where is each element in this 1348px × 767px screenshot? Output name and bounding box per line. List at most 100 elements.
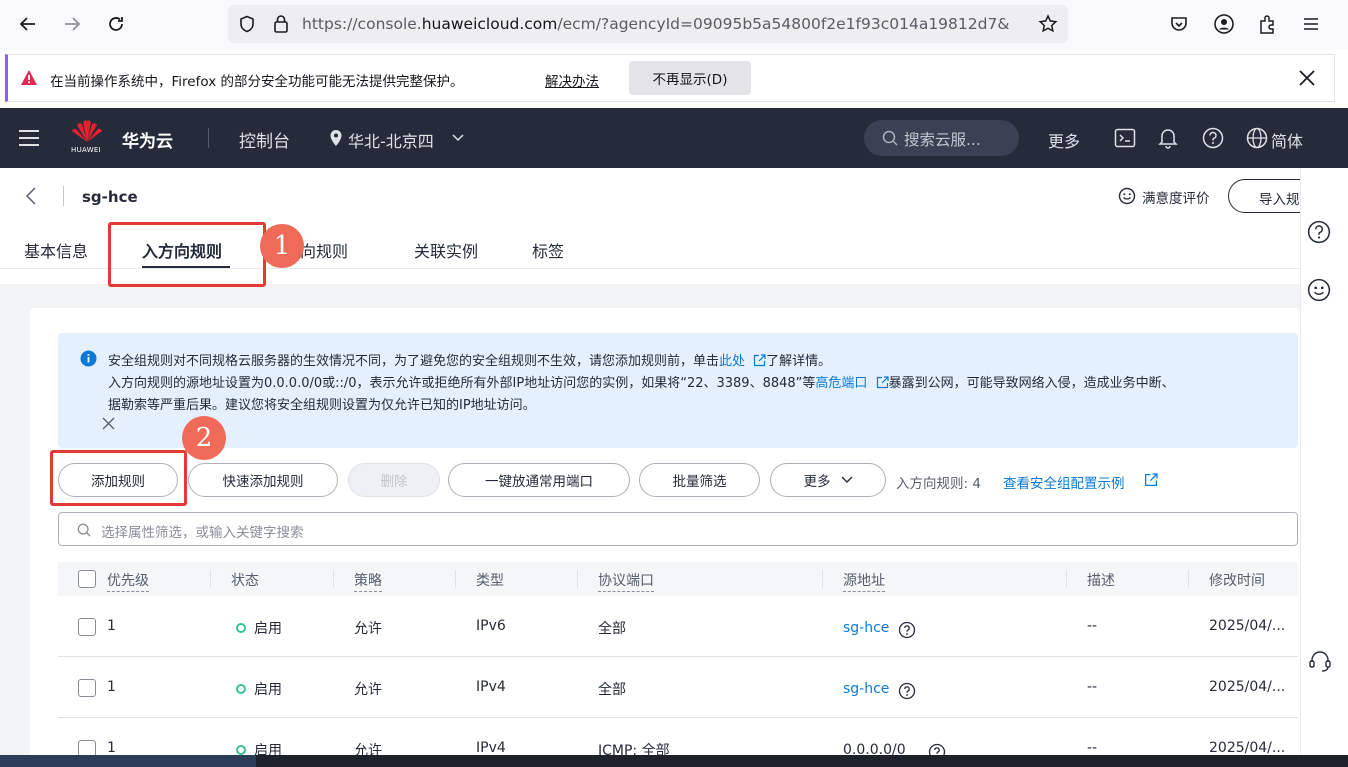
annotation-box-inbound-tab — [108, 222, 266, 287]
url-text: https://console.huaweicloud.com/ecm/?age… — [302, 15, 1042, 33]
console-link[interactable]: 控制台 — [239, 127, 290, 152]
import-button-label: 导入规 — [1259, 192, 1300, 208]
right-float-rail — [1300, 168, 1348, 767]
info-line-2: 入方向规则的源地址设置为0.0.0.0/0或::/0，表示允许或拒绝所有外部IP… — [108, 372, 1175, 391]
high-risk-ports-link[interactable]: 高危端口 — [815, 376, 867, 391]
select-all-checkbox[interactable] — [78, 570, 96, 588]
huawei-logo[interactable]: HUAWEI — [70, 118, 106, 158]
warning-triangle-icon — [20, 69, 38, 86]
table-row: 1 启用 允许 IPv4 全部 sg-hce -- 2025/04/... — [58, 658, 1298, 718]
inbound-rule-count: 入方向规则: 4 — [896, 476, 981, 492]
search-icon — [77, 523, 91, 537]
warning-solution-link[interactable]: 解决办法 — [545, 70, 599, 90]
feedback-smiley-icon[interactable] — [1307, 278, 1331, 302]
config-example-link[interactable]: 查看安全组配置示例 — [1003, 472, 1125, 492]
batch-filter-button[interactable]: 批量筛选 — [639, 463, 760, 497]
close-icon[interactable] — [1298, 69, 1316, 87]
account-icon[interactable] — [1213, 13, 1235, 35]
more-actions-button[interactable]: 更多 — [770, 463, 886, 497]
globe-icon[interactable] — [1246, 127, 1268, 149]
close-notice-icon[interactable] — [102, 417, 115, 430]
hamburger-menu-icon[interactable] — [18, 128, 40, 148]
notification-bell-icon[interactable] — [1158, 127, 1178, 149]
help-icon[interactable] — [898, 682, 916, 700]
column-status: 状态 — [231, 573, 259, 589]
dont-show-again-button[interactable]: 不再显示(D) — [629, 61, 751, 95]
extensions-icon[interactable] — [1257, 13, 1279, 35]
delete-button[interactable]: 删除 — [348, 463, 440, 497]
tab-basic-info[interactable]: 基本信息 — [24, 238, 88, 262]
language-selector[interactable]: 简体 — [1271, 128, 1303, 152]
bookmark-star-icon[interactable] — [1038, 14, 1058, 34]
column-protocol-port[interactable]: 协议端口 — [598, 570, 654, 592]
attribute-filter-input[interactable]: 选择属性筛选，或输入关键字搜索 — [58, 512, 1298, 546]
forward-arrow-icon[interactable] — [58, 10, 86, 38]
column-separator — [577, 570, 578, 588]
url-bar[interactable]: https://console.huaweicloud.com/ecm/?age… — [228, 5, 1068, 43]
column-separator — [1188, 570, 1189, 588]
cell-description: -- — [1087, 679, 1098, 695]
terminal-icon[interactable] — [1114, 128, 1136, 148]
column-source[interactable]: 源地址 — [843, 570, 885, 592]
shield-icon[interactable] — [238, 15, 256, 33]
table-row: 1 启用 允许 IPv6 全部 sg-hce -- 2025/04/... — [58, 597, 1298, 657]
cell-priority: 1 — [107, 618, 116, 634]
status-enabled-icon — [236, 623, 246, 633]
cell-source-link[interactable]: sg-hce — [843, 620, 889, 636]
cell-type: IPv4 — [476, 679, 506, 695]
info-here-link[interactable]: 此处 — [719, 354, 745, 369]
url-prefix: https://console. — [302, 15, 422, 33]
row-checkbox[interactable] — [78, 679, 96, 697]
smiley-icon[interactable] — [1118, 187, 1136, 205]
region-selector[interactable]: 华北-北京四 — [348, 128, 434, 152]
open-common-ports-button[interactable]: 一键放通常用端口 — [448, 463, 630, 497]
chevron-down-icon[interactable] — [452, 134, 464, 142]
status-label: 启用 — [254, 682, 282, 698]
tab-tags[interactable]: 标签 — [532, 238, 564, 262]
info-text-1b: 了解详情。 — [766, 354, 832, 369]
info-line-3: 据勒索等严重后果。建议您将安全组规则设置为仅允许已知的IP地址访问。 — [108, 398, 536, 413]
brand-name[interactable]: 华为云 — [122, 127, 173, 152]
cell-description: -- — [1087, 740, 1098, 756]
back-chevron-icon[interactable] — [24, 184, 38, 208]
menu-icon[interactable] — [1301, 14, 1321, 34]
status-enabled-icon — [236, 745, 246, 755]
column-separator — [210, 570, 211, 588]
row-checkbox[interactable] — [78, 618, 96, 636]
info-notice: 安全组规则对不同规格云服务器的生效情况不同，为了避免您的安全组规则不生效，请您添… — [58, 333, 1298, 448]
cell-port: 全部 — [598, 621, 626, 637]
pocket-icon[interactable] — [1169, 14, 1189, 34]
external-link-icon[interactable] — [1144, 473, 1158, 487]
cloud-service-search[interactable]: 搜索云服... — [864, 120, 1019, 156]
customer-service-headset-icon[interactable] — [1307, 648, 1333, 674]
quick-add-rule-button[interactable]: 快速添加规则 — [188, 463, 338, 497]
help-icon[interactable] — [898, 621, 916, 639]
logo-wordmark: HUAWEI — [71, 146, 102, 154]
column-policy[interactable]: 策略 — [354, 570, 382, 592]
title-divider — [63, 186, 64, 206]
annotation-box-add-rule — [50, 450, 187, 506]
header-more-link[interactable]: 更多 — [1048, 128, 1080, 152]
column-separator — [1066, 570, 1067, 588]
cell-description: -- — [1087, 618, 1098, 634]
cell-type: IPv6 — [476, 618, 506, 634]
cell-source-link[interactable]: sg-hce — [843, 681, 889, 697]
column-separator — [333, 570, 334, 588]
column-type: 类型 — [476, 573, 504, 589]
taskbar — [0, 755, 1348, 767]
cell-modified-time: 2025/04/... — [1209, 740, 1286, 756]
status-enabled-icon — [236, 684, 246, 694]
column-priority[interactable]: 优先级 — [107, 570, 149, 592]
satisfaction-rating-link[interactable]: 满意度评价 — [1142, 187, 1210, 207]
reload-icon[interactable] — [102, 10, 130, 38]
url-domain: huaweicloud.com — [421, 15, 558, 33]
help-icon[interactable] — [1202, 127, 1224, 149]
tab-associated-instances[interactable]: 关联实例 — [414, 238, 478, 262]
lock-icon[interactable] — [272, 14, 290, 34]
help-icon[interactable] — [1307, 220, 1331, 244]
taskbar-active-window[interactable] — [0, 755, 256, 767]
external-link-icon[interactable] — [753, 354, 766, 367]
browser-toolbar: https://console.huaweicloud.com/ecm/?age… — [0, 0, 1348, 50]
external-link-icon[interactable] — [876, 376, 889, 389]
back-arrow-icon[interactable] — [14, 10, 42, 38]
